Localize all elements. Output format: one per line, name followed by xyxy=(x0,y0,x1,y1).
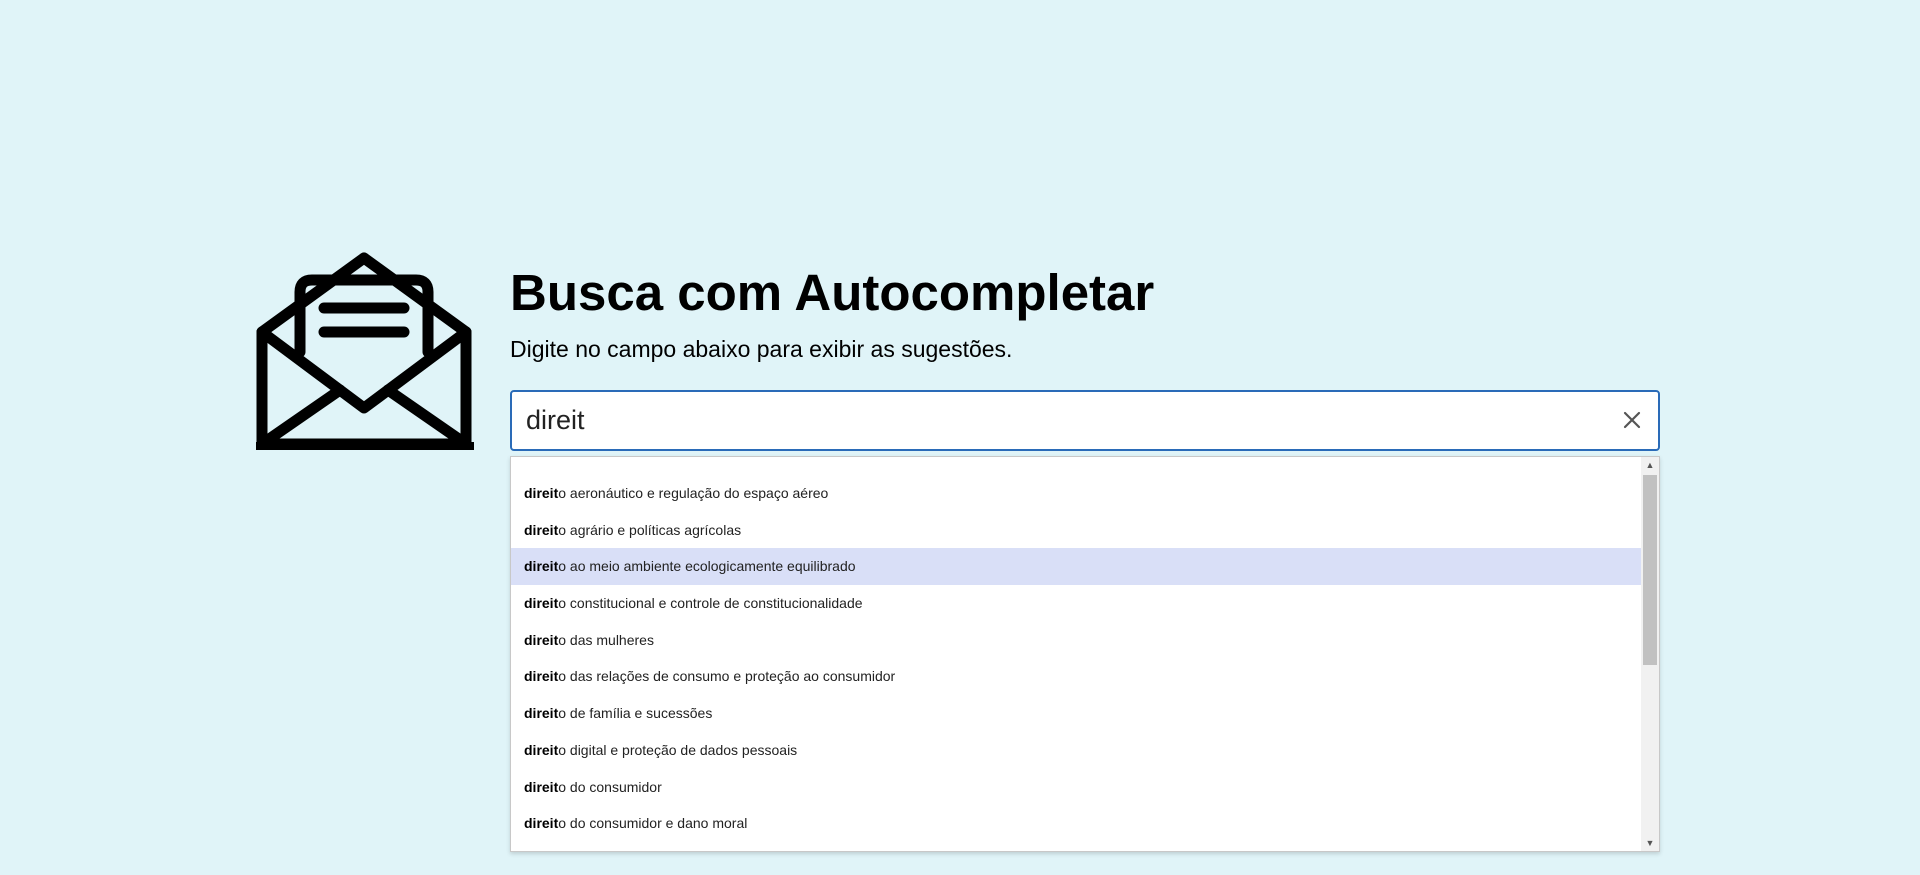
scrollbar[interactable]: ▲ ▼ xyxy=(1641,457,1659,851)
suggestion-text: o digital e proteção de dados pessoais xyxy=(558,741,798,758)
search-field xyxy=(510,390,1660,451)
suggestion-item[interactable]: direito ao meio ambiente ecologicamente … xyxy=(511,548,1641,586)
suggestion-item[interactable]: direito das mulheres xyxy=(511,622,1641,659)
suggestion-match: direit xyxy=(524,521,559,538)
suggestion-item[interactable]: direito aeronáutico e regulação do espaç… xyxy=(511,475,1641,512)
suggestion-match: direit xyxy=(524,741,559,758)
suggestion-text: o agrário e políticas agrícolas xyxy=(558,521,742,538)
suggestions-dropdown: direito aeronáutico e regulação do espaç… xyxy=(510,456,1660,852)
search-panel: Busca com Autocompletar Digite no campo … xyxy=(510,262,1660,852)
scrollbar-thumb[interactable] xyxy=(1643,475,1657,665)
suggestion-text: o aeronáutico e regulação do espaço aére… xyxy=(558,485,829,501)
suggestion-match: direit xyxy=(524,778,559,795)
suggestions-list: direito aeronáutico e regulação do espaç… xyxy=(511,475,1641,842)
suggestion-text: o de família e sucessões xyxy=(558,705,713,722)
suggestion-item[interactable]: direito de família e sucessões xyxy=(511,695,1641,732)
suggestion-item[interactable]: direito das relações de consumo e proteç… xyxy=(511,658,1641,695)
suggestion-text: o das mulheres xyxy=(558,631,654,648)
suggestion-text: o das relações de consumo e proteção ao … xyxy=(558,668,896,685)
suggestion-text: o ao meio ambiente ecologicamente equili… xyxy=(558,558,856,575)
suggestion-match: direit xyxy=(524,705,559,722)
suggestion-item[interactable]: direito agrário e políticas agrícolas xyxy=(511,512,1641,549)
suggestion-match: direit xyxy=(524,668,559,685)
suggestion-text: o constitucional e controle de constituc… xyxy=(558,595,863,612)
suggestion-item[interactable]: direito constitucional e controle de con… xyxy=(511,585,1641,622)
open-envelope-icon xyxy=(256,252,474,450)
page-title: Busca com Autocompletar xyxy=(510,264,1155,321)
suggestion-match: direit xyxy=(524,595,559,612)
suggestion-match: direit xyxy=(524,631,559,648)
suggestion-item[interactable]: direito do consumidor xyxy=(511,769,1641,806)
suggestion-match: direit xyxy=(524,815,559,832)
scroll-up-icon[interactable]: ▲ xyxy=(1641,457,1659,473)
clear-button[interactable] xyxy=(1620,408,1644,432)
page-subtitle: Digite no campo abaixo para exibir as su… xyxy=(510,336,1013,362)
suggestion-text: o do consumidor xyxy=(558,778,662,795)
suggestion-match: direit xyxy=(524,485,559,501)
suggestion-item[interactable]: direito do consumidor e dano moral xyxy=(511,805,1641,842)
search-input[interactable] xyxy=(526,392,1586,449)
suggestion-match: direit xyxy=(524,558,559,575)
suggestion-text: o do consumidor e dano moral xyxy=(558,815,748,832)
scroll-down-icon[interactable]: ▼ xyxy=(1641,835,1659,851)
close-icon xyxy=(1620,408,1644,432)
suggestion-item[interactable]: direito digital e proteção de dados pess… xyxy=(511,732,1641,769)
